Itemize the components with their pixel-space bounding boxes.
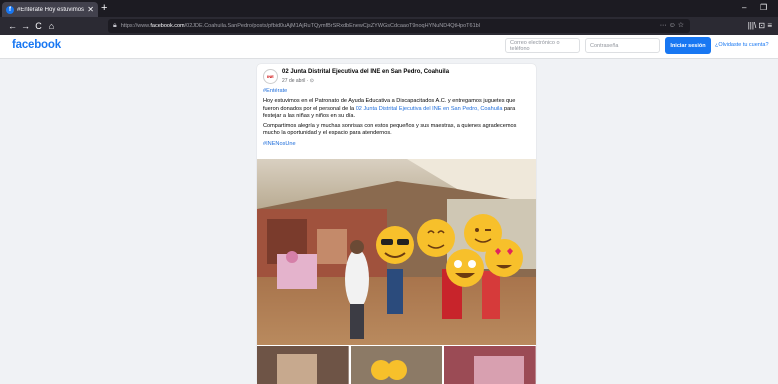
post-date[interactable]: 27 de abril · ⊙: [282, 78, 314, 84]
thumbnail-1[interactable]: [257, 346, 349, 384]
browser-tab[interactable]: f #Entérate Hoy estuvimos en el... ✕: [2, 2, 98, 17]
tab-close-icon[interactable]: ✕: [87, 5, 94, 14]
browser-tab-strip: f #Entérate Hoy estuvimos en el... ✕ + –…: [0, 0, 778, 17]
thumbnail-3[interactable]: [444, 346, 537, 384]
facebook-logo[interactable]: facebook: [12, 39, 61, 51]
hashtag-enterate[interactable]: #Entérate: [263, 88, 287, 94]
hashtag-inenosune[interactable]: #INENosUne: [263, 141, 296, 147]
page-mention-link[interactable]: 02 Junta Distrital Ejecutiva del INE en …: [356, 106, 503, 112]
url-text: https://www.facebook.com/02JDE.Coahuila.…: [120, 23, 480, 29]
minimize-icon[interactable]: –: [742, 3, 746, 12]
email-field[interactable]: Correo electrónico o teléfono: [505, 38, 580, 53]
thumbnail-2[interactable]: [350, 346, 443, 384]
new-tab-button[interactable]: +: [101, 2, 107, 14]
post-photo[interactable]: [257, 159, 536, 345]
thumbnail-2-image: [350, 346, 443, 384]
facebook-header: facebook Correo electrónico o teléfono C…: [0, 35, 778, 59]
reload-icon[interactable]: C: [32, 21, 45, 31]
forgot-account-link[interactable]: ¿Olvidaste tu cuenta?: [715, 42, 769, 48]
post-photo-thumbnails: [257, 346, 537, 384]
back-icon[interactable]: ←: [6, 21, 19, 31]
login-button[interactable]: Iniciar sesión: [665, 37, 711, 54]
url-bar[interactable]: 🔒︎ https://www.facebook.com/02JDE.Coahui…: [108, 19, 690, 33]
post-body: #Entérate Hoy estuvimos en el Patronato …: [263, 88, 531, 151]
password-field[interactable]: Contraseña: [585, 38, 660, 53]
post-paragraph-1: Hoy estuvimos en el Patronato de Ayuda E…: [263, 98, 516, 119]
forward-icon[interactable]: →: [19, 21, 32, 31]
browser-nav-bar: ← → C ⌂ 🔒︎ https://www.facebook.com/02JD…: [0, 17, 778, 35]
library-menu-icons[interactable]: |||\ ⊡ ≡: [748, 21, 772, 30]
home-icon[interactable]: ⌂: [45, 21, 58, 31]
url-bar-icons[interactable]: ··· ☺ ☆: [660, 21, 684, 29]
post-paragraph-2: Compartimos alegría y muchas sonrisas co…: [263, 123, 517, 137]
page-avatar[interactable]: INE: [263, 69, 278, 84]
lock-icon: 🔒︎: [113, 22, 117, 29]
page-name-link[interactable]: 02 Junta Distrital Ejecutiva del INE en …: [282, 69, 449, 75]
facebook-favicon-icon: f: [6, 5, 14, 14]
post-card: INE 02 Junta Distrital Ejecutiva del INE…: [257, 64, 537, 384]
restore-icon[interactable]: ❐: [760, 3, 767, 12]
thumbnail-3-image: [444, 346, 537, 384]
tab-title: #Entérate Hoy estuvimos en el...: [17, 6, 85, 13]
thumbnail-1-image: [257, 346, 349, 384]
post-photo-image: [257, 159, 536, 345]
